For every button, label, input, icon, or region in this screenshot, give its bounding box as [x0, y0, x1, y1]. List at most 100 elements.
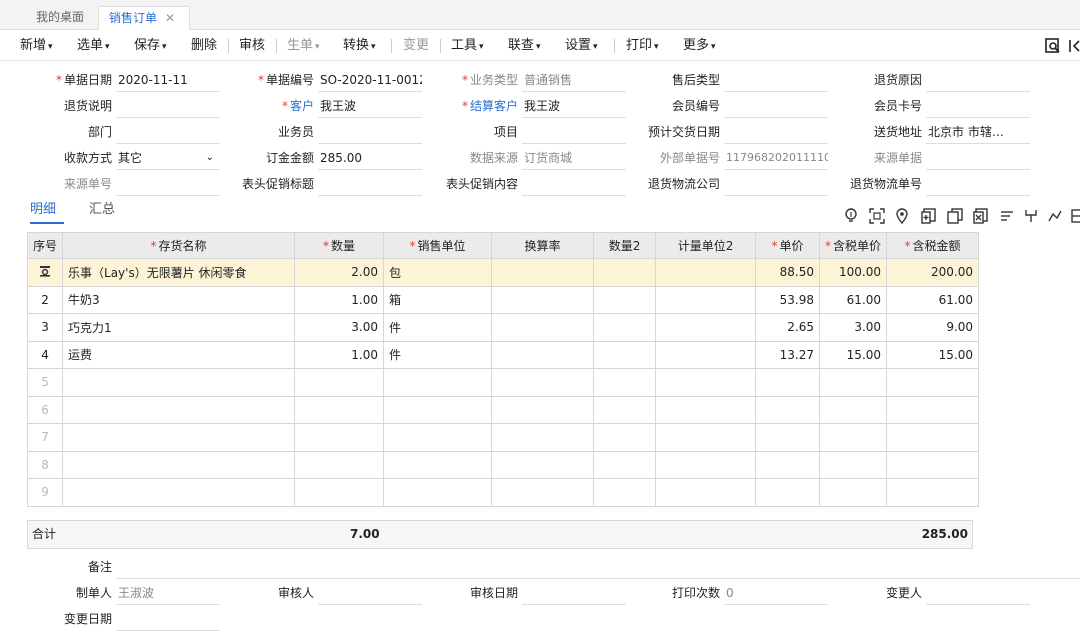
remark-field[interactable] [116, 555, 1080, 579]
col-header-name[interactable]: * 存货名称 [62, 232, 296, 259]
col-header-tax-amount[interactable]: * 含税金额 [886, 232, 980, 259]
cell-rate[interactable] [491, 340, 595, 369]
col-header-qty[interactable]: * 数量 [294, 232, 385, 259]
cell-qty2[interactable] [593, 285, 657, 314]
tab-summary[interactable]: 汇总 [89, 200, 115, 224]
cell-unit[interactable]: 箱 [383, 285, 493, 314]
cell-qty2[interactable] [593, 340, 657, 369]
settle-customer-field[interactable]: 我王波 [522, 94, 626, 118]
table-row[interactable]: 乐事（Lay's）无限薯片 休闲零食 2.00 包 88.50 100.00 2… [26, 258, 980, 287]
promo-content-field[interactable] [522, 172, 626, 196]
cell-name[interactable]: 运费 [62, 340, 296, 369]
cell-unit2[interactable] [655, 340, 757, 369]
cell-tax-amount[interactable]: 15.00 [886, 340, 980, 369]
ext-doc-no-field[interactable]: 117968202011110… [724, 146, 828, 170]
doc-no-field[interactable]: SO-2020-11-0012 [318, 68, 422, 92]
table-row-empty[interactable]: 9 [26, 478, 980, 507]
save-button[interactable]: 保存 ▾ [134, 31, 167, 61]
cell-price[interactable]: 88.50 [755, 258, 821, 287]
close-icon[interactable]: ✕ [165, 11, 175, 25]
return-note-field[interactable] [116, 94, 220, 118]
grid-settings-icon[interactable] [1071, 208, 1080, 226]
convert-button[interactable]: 转换 ▾ [343, 31, 376, 61]
insert-row-icon[interactable] [921, 208, 937, 226]
col-header-price[interactable]: * 单价 [755, 232, 821, 259]
cell-tax-amount[interactable]: 61.00 [886, 285, 980, 314]
scan-icon[interactable] [869, 208, 885, 226]
cell-name[interactable]: 乐事（Lay's）无限薯片 休闲零食 [62, 258, 296, 287]
cell-price[interactable]: 53.98 [755, 285, 821, 314]
cell-name[interactable]: 巧克力1 [62, 313, 296, 342]
cell-rate[interactable] [491, 313, 595, 342]
table-row[interactable]: 4 运费 1.00 件 13.27 15.00 15.00 [26, 340, 980, 369]
cell-unit[interactable]: 件 [383, 313, 493, 342]
sort-icon[interactable] [999, 208, 1015, 226]
cell-price[interactable]: 2.65 [755, 313, 821, 342]
audit-button[interactable]: 审核 [239, 31, 265, 61]
cell-tax-price[interactable]: 3.00 [819, 313, 888, 342]
return-logistics-field[interactable] [724, 172, 828, 196]
cell-unit[interactable]: 件 [383, 340, 493, 369]
table-row-empty[interactable]: 6 [26, 395, 980, 424]
customer-label[interactable]: * 客户 [240, 94, 314, 118]
col-header-tax-price[interactable]: * 含税单价 [819, 232, 888, 259]
col-header-unit[interactable]: * 销售单位 [383, 232, 493, 259]
cell-unit[interactable]: 包 [383, 258, 493, 287]
tab-my-desktop[interactable]: 我的桌面 [22, 6, 98, 30]
cell-qty2[interactable] [593, 258, 657, 287]
table-row-empty[interactable]: 7 [26, 423, 980, 452]
cell-unit2[interactable] [655, 285, 757, 314]
tools-button[interactable]: 工具 ▾ [451, 31, 484, 61]
cell-tax-price[interactable]: 100.00 [819, 258, 888, 287]
cell-tax-amount[interactable]: 200.00 [886, 258, 980, 287]
table-row-empty[interactable]: 5 [26, 368, 980, 397]
promo-title-field[interactable] [318, 172, 422, 196]
cell-unit2[interactable] [655, 258, 757, 287]
cell-qty[interactable]: 2.00 [294, 258, 385, 287]
source-no-field[interactable] [116, 172, 220, 196]
table-row[interactable]: 2 牛奶3 1.00 箱 53.98 61.00 61.00 [26, 285, 980, 314]
col-header-rate[interactable]: 换算率 [491, 232, 595, 259]
after-sale-type-field[interactable] [724, 68, 828, 92]
location-icon[interactable] [895, 208, 909, 226]
select-order-button[interactable]: 选单 ▾ [77, 31, 110, 61]
tab-sales-order[interactable]: 销售订单 ✕ [98, 6, 190, 30]
customer-field[interactable]: 我王波 [318, 94, 422, 118]
search-doc-icon[interactable] [1045, 31, 1061, 61]
change-button[interactable]: 变更 [403, 31, 429, 61]
cell-tax-price[interactable]: 61.00 [819, 285, 888, 314]
collapse-icon[interactable] [1068, 31, 1080, 61]
dept-field[interactable] [116, 120, 220, 144]
source-doc-field[interactable] [926, 146, 1030, 170]
cell-tax-price[interactable]: 15.00 [819, 340, 888, 369]
col-header-no[interactable]: 序号 [26, 232, 64, 259]
delete-row-icon[interactable] [973, 208, 989, 226]
tab-detail[interactable]: 明细 [30, 200, 64, 224]
cell-rate[interactable] [491, 285, 595, 314]
cell-tax-amount[interactable]: 9.00 [886, 313, 980, 342]
biz-type-field[interactable]: 普通销售 [522, 68, 626, 92]
print-button[interactable]: 打印 ▾ [626, 31, 659, 61]
chart-icon[interactable] [1048, 208, 1062, 226]
project-field[interactable] [522, 120, 626, 144]
new-button[interactable]: 新增 ▾ [20, 31, 53, 61]
salesman-field[interactable] [318, 120, 422, 144]
cell-name[interactable]: 牛奶3 [62, 285, 296, 314]
return-logistics-no-field[interactable] [926, 172, 1030, 196]
row-menu-icon[interactable] [26, 258, 64, 287]
member-card-field[interactable] [926, 94, 1030, 118]
linked-query-button[interactable]: 联查 ▾ [508, 31, 541, 61]
col-header-unit2[interactable]: 计量单位2 [655, 232, 757, 259]
col-header-qty2[interactable]: 数量2 [593, 232, 657, 259]
cell-price[interactable]: 13.27 [755, 340, 821, 369]
doc-date-field[interactable]: 2020-11-11 [116, 68, 220, 92]
settle-customer-label[interactable]: * 结算客户 [440, 94, 518, 118]
cell-qty2[interactable] [593, 313, 657, 342]
cell-unit2[interactable] [655, 313, 757, 342]
bulb-icon[interactable] [844, 208, 858, 226]
cell-qty[interactable]: 1.00 [294, 340, 385, 369]
split-icon[interactable] [1024, 208, 1038, 226]
copy-row-icon[interactable] [947, 208, 963, 226]
ship-address-field[interactable]: 北京市 市辖… [926, 120, 1030, 144]
more-button[interactable]: 更多 ▾ [683, 31, 716, 61]
